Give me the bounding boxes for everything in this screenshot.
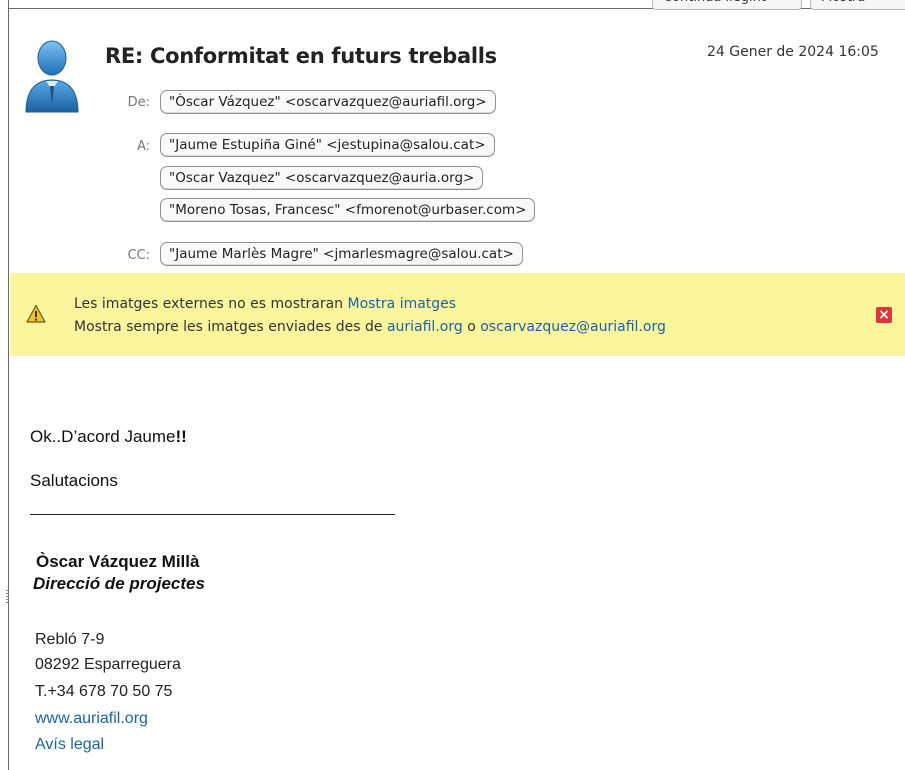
cc-label: CC:	[127, 248, 150, 263]
signature-name: Òscar Vázquez Millà	[36, 552, 200, 571]
signature-address-line2: 08292 Esparreguera	[35, 656, 181, 673]
signature-address-line1: Rebló 7-9	[35, 631, 105, 648]
always-show-sender-link[interactable]: oscarvazquez@auriafil.org	[480, 319, 666, 335]
show-images-link[interactable]: Mostra imatges	[347, 296, 456, 312]
to-address-chip[interactable]: "Jaume Estupiña Giné" <jestupina@salou.c…	[160, 133, 495, 157]
window-left-border	[8, 0, 9, 770]
warning-icon	[26, 304, 46, 323]
to-address-chip[interactable]: "Moreno Tosas, Francesc" <fmorenot@urbas…	[160, 198, 536, 222]
always-show-domain-link[interactable]: auriafil.org	[387, 319, 463, 335]
banner-message: Les imatges externes no es mostraran	[74, 296, 344, 312]
continue-reading-button[interactable]: Continua llegint	[652, 0, 802, 10]
greeting-emphasis: !!	[175, 427, 187, 446]
close-banner-icon[interactable]: ×	[876, 307, 892, 323]
banner-line-1: Les imatges externes no es mostraran Mos…	[74, 296, 456, 312]
show-button[interactable]: Mostra	[810, 0, 905, 10]
message-closing: Salutacions	[30, 471, 118, 490]
banner-or-text: o	[467, 319, 476, 335]
to-label: A:	[136, 139, 150, 154]
signature-divider	[30, 514, 395, 515]
message-date: 24 Gener de 2024 16:05	[707, 44, 879, 60]
greeting-text: Ok..D’acord Jaume	[30, 427, 176, 446]
from-label: De:	[127, 95, 150, 110]
contact-avatar-icon	[25, 40, 79, 113]
banner-always-show-text: Mostra sempre les imatges enviades des d…	[74, 319, 383, 335]
external-images-banner	[10, 273, 905, 356]
signature-title: Direcció de projectes	[33, 574, 205, 593]
message-greeting: Ok..D’acord Jaume!!	[30, 427, 187, 447]
banner-line-2: Mostra sempre les imatges enviades des d…	[74, 319, 666, 335]
from-address-chip[interactable]: "Òscar Vázquez" <oscarvazquez@auriafil.o…	[160, 90, 496, 114]
to-address-chip[interactable]: "Oscar Vazquez" <oscarvazquez@auria.org>	[160, 166, 484, 190]
signature-legal-link[interactable]: Avís legal	[35, 736, 104, 754]
resize-grip-icon[interactable]	[6, 590, 9, 604]
signature-website-link[interactable]: www.auriafil.org	[35, 710, 148, 728]
signature-phone: T.+34 678 70 50 75	[35, 683, 173, 700]
message-subject: RE: Conformitat en futurs treballs	[105, 44, 497, 68]
cc-address-chip[interactable]: "Jaume Marlès Magre" <jmarlesmagre@salou…	[160, 242, 523, 266]
